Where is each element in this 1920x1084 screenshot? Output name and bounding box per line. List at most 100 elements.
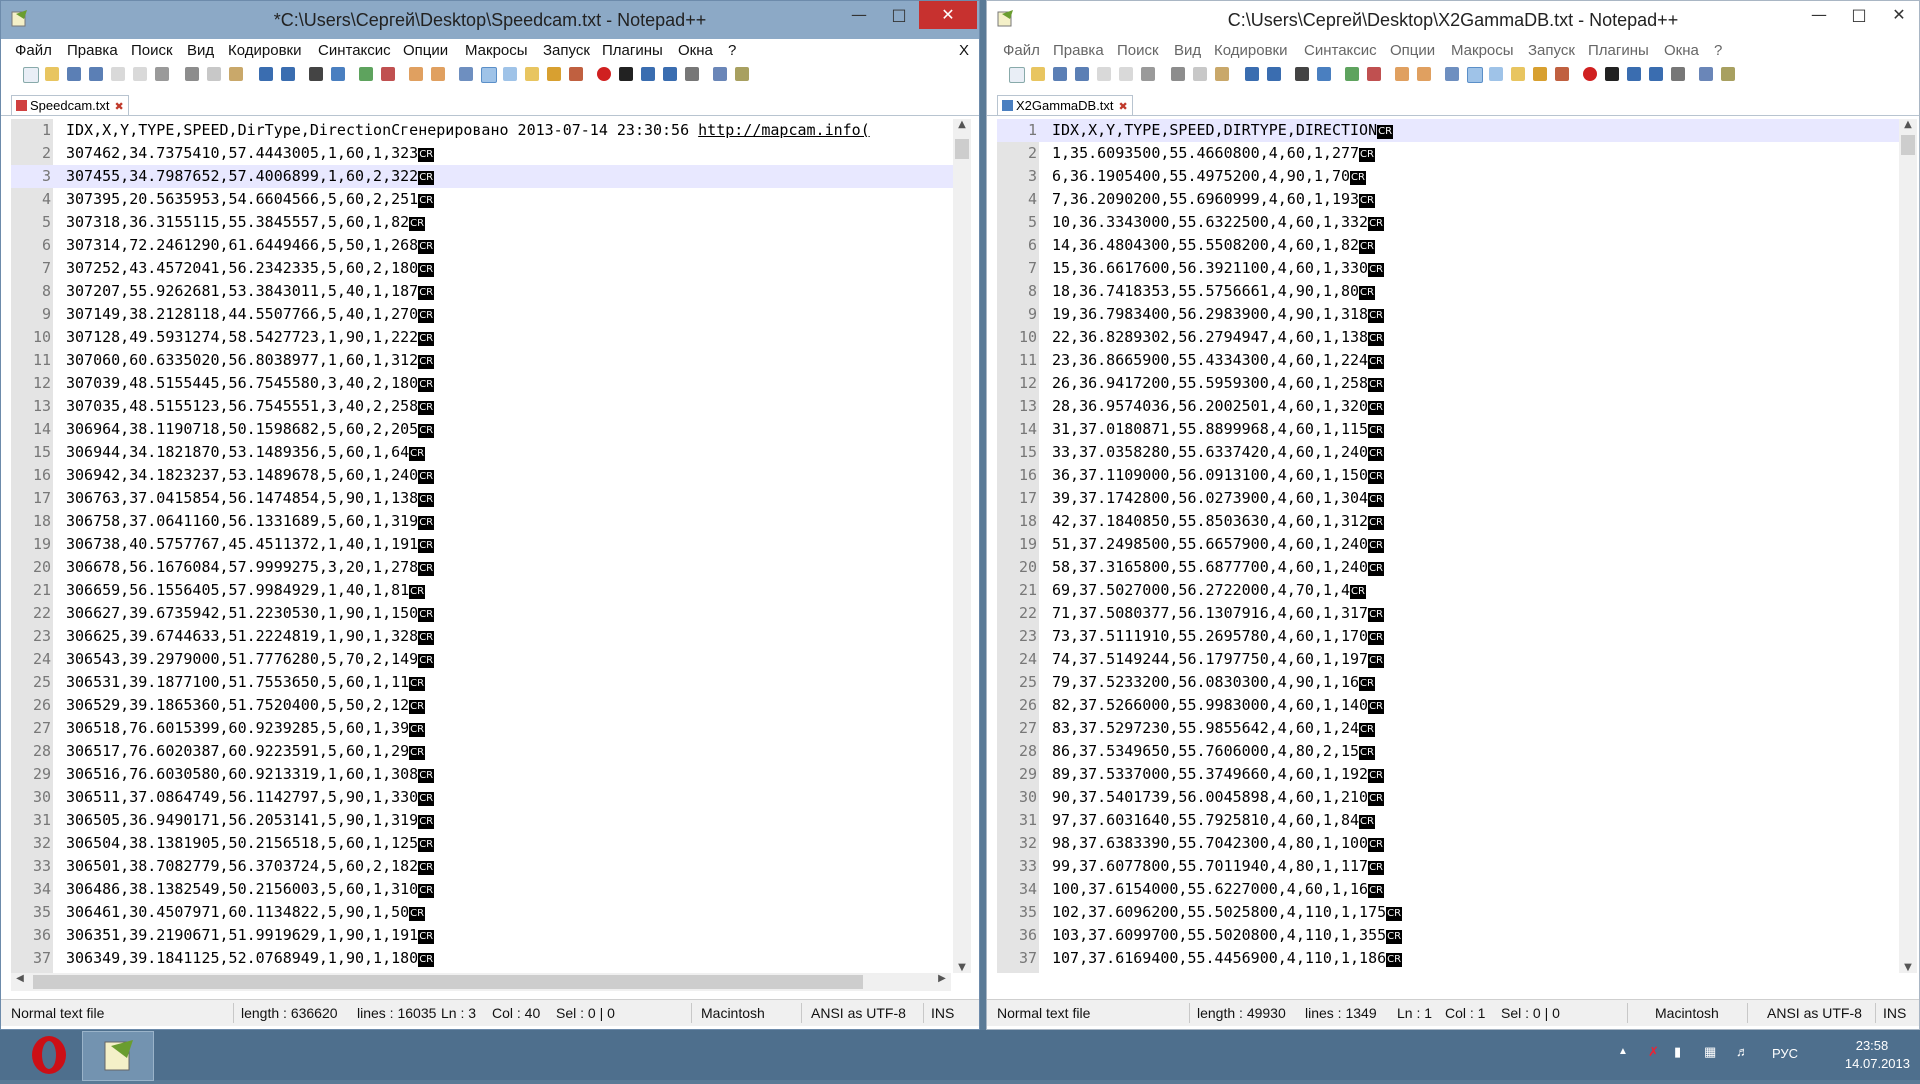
new-file-icon[interactable] [1009, 67, 1025, 83]
document-map-icon[interactable] [1533, 67, 1547, 81]
editor-line[interactable]: 35 306461,30.4507971,60.1134822,5,90,1,50… [11, 901, 953, 924]
editor-line[interactable]: 15 306944,34.1821870,53.1489356,5,60,1,64… [11, 441, 953, 464]
show-all-chars-icon[interactable] [481, 67, 497, 83]
editor-line[interactable]: 13 307035,48.5155123,56.7545551,3,40,2,25… [11, 395, 953, 418]
clock-date[interactable]: 14.07.2013 [1820, 1056, 1910, 1071]
editor-line[interactable]: 36 103,37.6099700,55.5020800,4,110,1,355C… [997, 924, 1909, 947]
editor-line[interactable]: 22 71,37.5080377,56.1307916,4,60,1,317CR [997, 602, 1909, 625]
editor-line[interactable]: 4 307395,20.5635953,54.6604566,5,60,2,251… [11, 188, 953, 211]
editor-line[interactable]: 5 307318,36.3155115,55.3845557,5,60,1,82C… [11, 211, 953, 234]
menu-search[interactable]: Поиск [131, 42, 173, 59]
cut-icon[interactable] [1171, 67, 1185, 81]
undo-icon[interactable] [259, 67, 273, 81]
editor-line[interactable]: 35 102,37.6096200,55.5025800,4,110,1,175C… [997, 901, 1909, 924]
editor-line[interactable]: 6 307314,72.2461290,61.6449466,5,50,1,268… [11, 234, 953, 257]
paste-icon[interactable] [229, 67, 243, 81]
editor-line[interactable]: 9 19,36.7983400,56.2983900,4,90,1,318CR [997, 303, 1909, 326]
scroll-down-icon[interactable]: ▼ [953, 962, 971, 973]
editor-line[interactable]: 4 7,36.2090200,55.6960999,4,60,1,193CR [997, 188, 1909, 211]
menu-run[interactable]: Запуск [543, 42, 590, 59]
zoom-out-icon[interactable] [1367, 67, 1381, 81]
editor-line[interactable]: 33 306501,38.7082779,56.3703724,5,60,2,18… [11, 855, 953, 878]
volume-icon[interactable]: ♬ [1736, 1044, 1749, 1059]
ds-plugin-icon[interactable] [713, 67, 727, 81]
editor-line[interactable]: 20 306678,56.1676084,57.9999275,3,20,1,27… [11, 556, 953, 579]
indent-guide-icon[interactable] [1489, 67, 1503, 81]
record-macro-icon[interactable] [1583, 67, 1597, 81]
editor-line[interactable]: 11 307060,60.6335020,56.8038977,1,60,1,31… [11, 349, 953, 372]
menu-run[interactable]: Запуск [1528, 42, 1575, 59]
menu-plugins[interactable]: Плагины [602, 42, 663, 59]
tab-speedcam[interactable]: Speedcam.txt ✖ [11, 95, 129, 115]
editor-line[interactable]: 27 83,37.5297230,55.9855642,4,60,1,24CR [997, 717, 1909, 740]
save-macro-icon[interactable] [1671, 67, 1685, 81]
zoom-in-icon[interactable] [359, 67, 373, 81]
editor-line[interactable]: 31 306505,36.9490171,56.2053141,5,90,1,31… [11, 809, 953, 832]
menu-file[interactable]: Файл [1003, 42, 1040, 59]
menu-windows[interactable]: Окна [1664, 42, 1699, 59]
menu-edit[interactable]: Правка [67, 42, 118, 59]
cut-icon[interactable] [185, 67, 199, 81]
close-window-button[interactable]: ✕ [1879, 1, 1919, 29]
editor-line[interactable]: 3 307455,34.7987652,57.4006899,1,60,2,322… [11, 165, 953, 188]
save-all-icon[interactable] [89, 67, 103, 81]
editor-line[interactable]: 29 306516,76.6030580,60.9213319,1,60,1,30… [11, 763, 953, 786]
editor-line[interactable]: 34 306486,38.1382549,50.2156003,5,60,1,31… [11, 878, 953, 901]
editor-line[interactable]: 10 307128,49.5931274,58.5427723,1,90,1,22… [11, 326, 953, 349]
editor-line[interactable]: 16 36,37.1109000,56.0913100,4,60,1,150CR [997, 464, 1909, 487]
close-window-button[interactable]: ✕ [919, 1, 977, 29]
editor-line[interactable]: 26 82,37.5266000,55.9983000,4,60,1,140CR [997, 694, 1909, 717]
find-icon[interactable] [1295, 67, 1309, 81]
editor-line[interactable]: 21 306659,56.1556405,57.9984929,1,40,1,81… [11, 579, 953, 602]
run-macro-multiple-icon[interactable] [663, 67, 677, 81]
editor-line[interactable]: 14 306964,38.1190718,50.1598682,5,60,2,20… [11, 418, 953, 441]
scroll-up-icon[interactable]: ▲ [953, 119, 971, 130]
close-all-icon[interactable] [133, 67, 147, 81]
editor-line[interactable]: 36 306351,39.2190671,51.9919629,1,90,1,19… [11, 924, 953, 947]
editor-line[interactable]: 16 306942,34.1823237,53.1489678,5,60,1,24… [11, 464, 953, 487]
editor-line[interactable]: 8 307207,55.9262681,53.3843011,5,40,1,187… [11, 280, 953, 303]
scroll-right-icon[interactable]: ▶ [933, 973, 951, 984]
editor-line[interactable]: 18 42,37.1840850,55.8503630,4,60,1,312CR [997, 510, 1909, 533]
print-icon[interactable] [155, 67, 169, 81]
ds-plugin-icon[interactable] [1699, 67, 1713, 81]
menu-macros[interactable]: Макросы [465, 42, 528, 59]
scroll-thumb[interactable] [1901, 135, 1915, 155]
menu-view[interactable]: Вид [187, 42, 214, 59]
editor-line[interactable]: 24 74,37.5149244,56.1797750,4,60,1,197CR [997, 648, 1909, 671]
antivirus-icon[interactable]: ✗ [1648, 1044, 1659, 1060]
folder-as-workspace-icon[interactable] [1511, 67, 1525, 81]
editor-line[interactable]: 6 14,36.4804300,55.5508200,4,60,1,82CR [997, 234, 1909, 257]
record-macro-icon[interactable] [597, 67, 611, 81]
stop-record-icon[interactable] [1605, 67, 1619, 81]
editor-line[interactable]: 1 IDX,X,Y,TYPE,SPEED,DirType,DirectionСге… [11, 119, 953, 142]
editor-line[interactable]: 5 10,36.3343000,55.6322500,4,60,1,332CR [997, 211, 1909, 234]
sync-horizontal-icon[interactable] [431, 67, 445, 81]
editor-line[interactable]: 22 306627,39.6735942,51.2230530,1,90,1,15… [11, 602, 953, 625]
stop-record-icon[interactable] [619, 67, 633, 81]
editor-line[interactable]: 38 108,37.6171900,55.4451900,4,110,1,6CR [997, 970, 1909, 973]
title-bar[interactable]: C:\Users\Сергей\Desktop\X2GammaDB.txt - … [987, 1, 1919, 39]
menu-view[interactable]: Вид [1174, 42, 1201, 59]
horizontal-scrollbar[interactable]: ◀ ▶ [11, 973, 951, 991]
minimize-button[interactable]: — [1799, 1, 1839, 29]
close-tab-icon[interactable]: ✖ [1119, 101, 1128, 113]
editor-line[interactable]: 32 306504,38.1381905,50.2156518,5,60,1,12… [11, 832, 953, 855]
save-icon[interactable] [1053, 67, 1067, 81]
editor-line[interactable]: 31 97,37.6031640,55.7925810,4,60,1,84CR [997, 809, 1909, 832]
opera-taskbar-button[interactable] [14, 1031, 84, 1079]
editor-line[interactable]: 30 306511,37.0864749,56.1142797,5,90,1,33… [11, 786, 953, 809]
editor-line[interactable]: 11 23,36.8665900,55.4334300,4,60,1,224CR [997, 349, 1909, 372]
editor-line[interactable]: 17 39,37.1742800,56.0273900,4,60,1,304CR [997, 487, 1909, 510]
signal-icon[interactable]: ▦ [1704, 1044, 1716, 1060]
menu-edit[interactable]: Правка [1053, 42, 1104, 59]
zoom-out-icon[interactable] [381, 67, 395, 81]
editor-line[interactable]: 29 89,37.5337000,55.3749660,4,60,1,192CR [997, 763, 1909, 786]
editor-line[interactable]: 26 306529,39.1865360,51.7520400,5,50,2,12… [11, 694, 953, 717]
plugin-icon[interactable] [735, 67, 749, 81]
editor-line[interactable]: 19 51,37.2498500,55.6657900,4,60,1,240CR [997, 533, 1909, 556]
editor-line[interactable]: 7 307252,43.4572041,56.2342335,5,60,2,180… [11, 257, 953, 280]
editor-line[interactable]: 28 306517,76.6020387,60.9223591,5,60,1,29… [11, 740, 953, 763]
replace-icon[interactable] [331, 67, 345, 81]
clock-time[interactable]: 23:58 [1842, 1038, 1902, 1053]
